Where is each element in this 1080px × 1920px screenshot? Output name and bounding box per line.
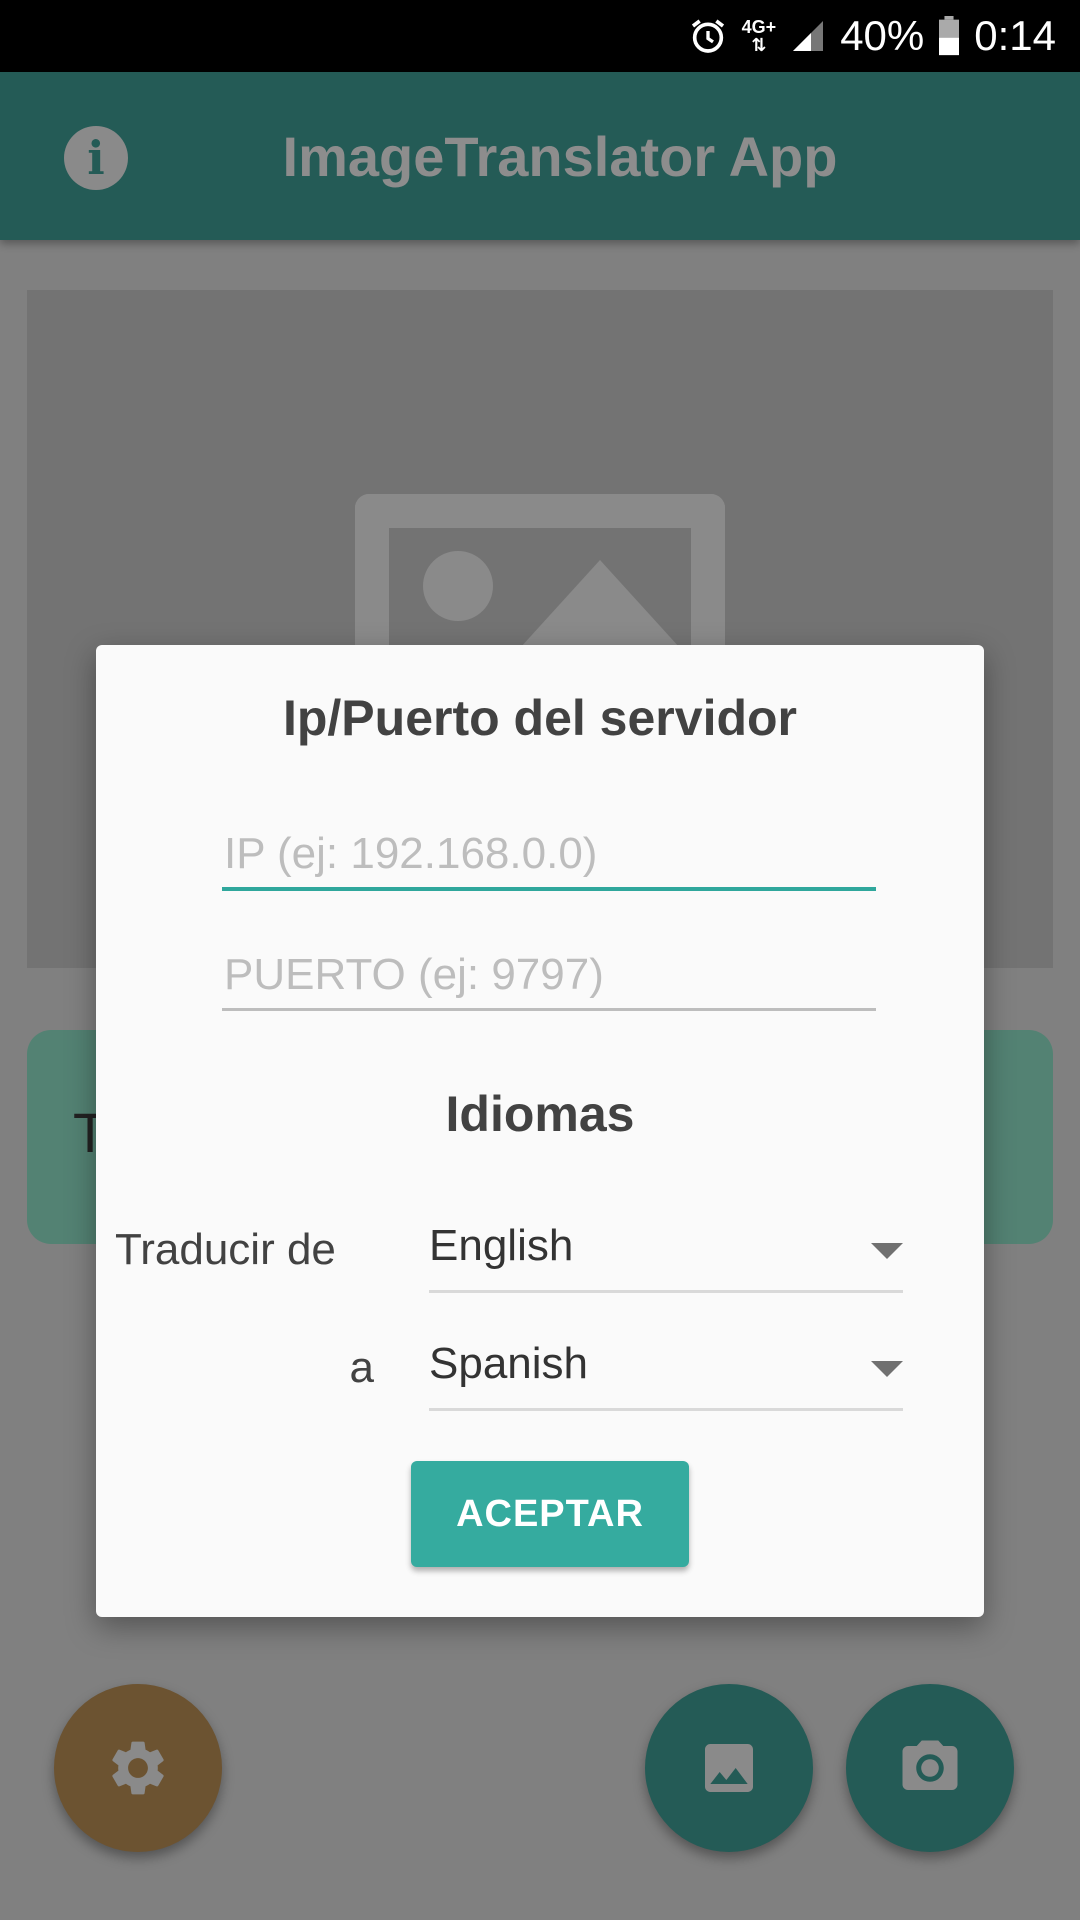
source-language-dropdown[interactable]: English — [429, 1215, 903, 1293]
dropdown-arrow-icon — [871, 1361, 903, 1377]
translate-from-label: Traducir de — [115, 1225, 336, 1274]
accept-button[interactable]: ACEPTAR — [411, 1461, 689, 1567]
image-icon — [705, 1744, 753, 1792]
app-bar: i ImageTranslator App — [0, 72, 1080, 240]
dialog-title: Ip/Puerto del servidor — [282, 690, 797, 746]
target-language-value: Spanish — [429, 1339, 589, 1388]
translate-to-label: a — [349, 1343, 374, 1392]
battery-icon — [939, 16, 960, 56]
languages-title: Idiomas — [445, 1086, 635, 1142]
camera-button[interactable] — [846, 1684, 1014, 1852]
camera-icon — [902, 1740, 958, 1790]
ip-input[interactable] — [222, 821, 876, 891]
status-bar: 4G+ ⇅ 40% 0:14 — [0, 0, 1080, 72]
app-title: ImageTranslator App — [282, 125, 838, 188]
target-language-dropdown[interactable]: Spanish — [429, 1333, 903, 1411]
image-placeholder-sun — [423, 551, 493, 621]
dropdown-arrow-icon — [871, 1243, 903, 1259]
settings-button[interactable] — [54, 1684, 222, 1852]
clock: 0:14 — [974, 12, 1056, 59]
gear-icon — [112, 1741, 164, 1795]
alarm-icon — [691, 19, 724, 53]
signal-icon — [793, 21, 824, 51]
gallery-button[interactable] — [645, 1684, 813, 1852]
battery-percent: 40% — [840, 12, 925, 59]
source-language-value: English — [429, 1221, 574, 1270]
network-indicator: 4G+ ⇅ — [741, 17, 777, 55]
server-settings-dialog: Ip/Puerto del servidor Idiomas Traducir … — [96, 645, 984, 1617]
port-input[interactable] — [222, 941, 876, 1011]
